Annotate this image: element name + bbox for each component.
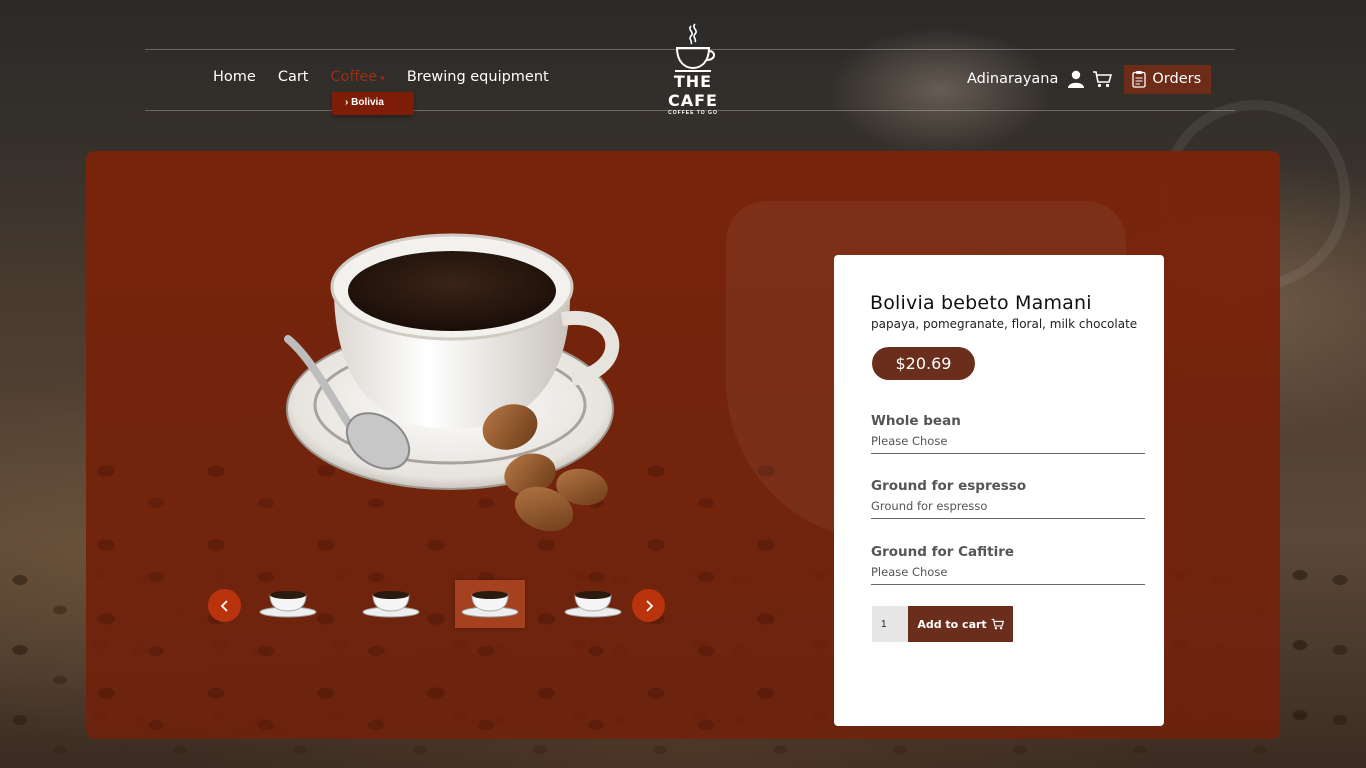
clipboard-icon: [1132, 71, 1147, 88]
price-badge: $20.69: [872, 347, 975, 380]
cart-icon: [991, 618, 1004, 630]
product-title: Bolivia bebeto Mamani: [870, 292, 1092, 314]
add-to-cart-label: Add to cart: [917, 617, 987, 631]
carousel-thumbnail[interactable]: [356, 580, 426, 628]
nav-coffee-label: Coffee: [330, 69, 378, 85]
option-label: Whole bean: [871, 413, 961, 429]
product-tasting-notes: papaya, pomegranate, floral, milk chocol…: [871, 317, 1138, 331]
logo-subtitle: COFFEE TO GO: [668, 110, 718, 116]
cart-icon[interactable]: [1092, 70, 1113, 88]
product-panel: Bolivia bebeto Mamani papaya, pomegranat…: [86, 151, 1280, 739]
carousel-thumbnail[interactable]: [558, 580, 628, 628]
chevron-right-icon[interactable]: [632, 589, 665, 622]
coffee-cup-logo-icon: [675, 23, 715, 72]
option-whole-bean: Whole bean Please Chose: [871, 413, 1145, 454]
whole-bean-select[interactable]: Please Chose: [871, 434, 1145, 454]
add-to-cart-row: Add to cart: [872, 606, 1013, 642]
nav-coffee[interactable]: Coffee ▾: [331, 69, 385, 85]
product-image: [282, 229, 642, 554]
nav-home[interactable]: Home: [213, 69, 256, 85]
caret-down-icon: ▾: [380, 74, 385, 84]
site-logo[interactable]: THE CAFE COFFEE TO GO: [650, 22, 736, 116]
carousel-thumbnail[interactable]: [253, 580, 323, 628]
product-card: Bolivia bebeto Mamani papaya, pomegranat…: [834, 255, 1164, 726]
option-ground-cafitire: Ground for Cafitire Please Chose: [871, 544, 1145, 585]
user-icon[interactable]: [1068, 70, 1085, 88]
option-ground-espresso: Ground for espresso Ground for espresso: [871, 478, 1145, 519]
username: Adinarayana: [967, 71, 1059, 87]
ground-espresso-select[interactable]: Ground for espresso: [871, 499, 1145, 519]
user-area: Adinarayana Orders: [967, 64, 1212, 94]
add-to-cart-button[interactable]: Add to cart: [908, 606, 1013, 642]
image-carousel: [208, 578, 668, 628]
option-label: Ground for espresso: [871, 478, 1027, 494]
chevron-left-icon[interactable]: [208, 589, 241, 622]
site-header: Home Cart Coffee ▾ Brewing equipment › Bo…: [0, 0, 1366, 120]
logo-title: THE CAFE: [668, 72, 718, 110]
main-nav: Home Cart Coffee ▾ Brewing equipment: [213, 69, 571, 85]
carousel-thumbnail-selected[interactable]: [455, 580, 525, 628]
ground-cafitire-select[interactable]: Please Chose: [871, 565, 1145, 585]
nav-brewing-equipment[interactable]: Brewing equipment: [407, 69, 549, 85]
quantity-input[interactable]: [872, 606, 908, 642]
orders-label: Orders: [1152, 71, 1202, 87]
option-label: Ground for Cafitire: [871, 544, 1015, 560]
nav-cart[interactable]: Cart: [278, 69, 309, 85]
orders-button[interactable]: Orders: [1124, 64, 1212, 94]
submenu-item-bolivia[interactable]: › Bolivia: [332, 92, 414, 115]
